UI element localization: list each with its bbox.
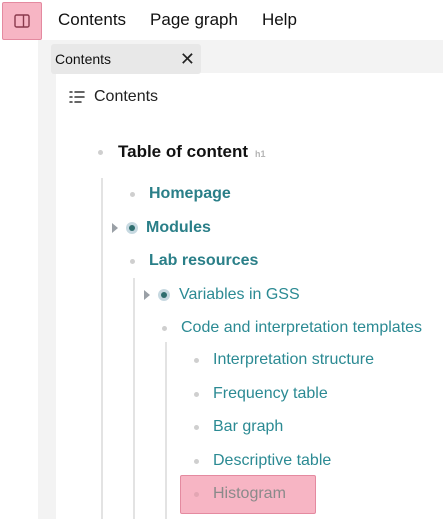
collapsed-node-icon: [126, 222, 138, 234]
toc-item-histogram[interactable]: Histogram: [194, 482, 286, 506]
toc-item-label[interactable]: Modules: [146, 219, 211, 237]
tree-guide-level-1: [101, 178, 103, 519]
bullet-icon: [162, 325, 167, 331]
sidebar-panel-icon: [14, 14, 30, 28]
toc-item-label[interactable]: Homepage: [149, 185, 231, 203]
tree-guide-level-3: [165, 342, 167, 519]
toc-item-label[interactable]: Bar graph: [213, 418, 283, 436]
toc-item-modules[interactable]: Modules: [112, 216, 211, 240]
toc-item-interpretation-structure[interactable]: Interpretation structure: [194, 348, 374, 372]
toc-item-descriptive-table[interactable]: Descriptive table: [194, 449, 331, 473]
tab-contents[interactable]: Contents ✕: [51, 44, 201, 74]
bullet-icon: [194, 391, 199, 397]
toc-item-bar-graph[interactable]: Bar graph: [194, 415, 283, 439]
bullet-icon: [194, 458, 199, 464]
toc-item-label[interactable]: Histogram: [213, 485, 286, 503]
toc-list-icon: [69, 91, 85, 103]
menu-contents[interactable]: Contents: [46, 0, 138, 40]
toc-item-homepage[interactable]: Homepage: [130, 182, 231, 206]
toc-item-code-and-interpretation-templates[interactable]: Code and interpretation templates: [162, 316, 422, 340]
panel-title: Contents: [94, 88, 159, 105]
bullet-icon: [130, 258, 135, 264]
heading-level-badge: h1: [255, 149, 266, 159]
toc-item-label[interactable]: Interpretation structure: [213, 351, 374, 369]
bullet-icon: [130, 191, 135, 197]
collapsed-node-icon: [158, 289, 170, 301]
bullet-icon: [194, 424, 199, 430]
sidebar-toggle-button[interactable]: [2, 2, 42, 40]
menu-page-graph[interactable]: Page graph: [138, 0, 250, 40]
tree-guide-level-2: [133, 278, 135, 519]
tab-label: Contents: [55, 51, 112, 67]
menu-bar: Contents Page graph Help: [38, 0, 443, 40]
toc-item-lab-resources[interactable]: Lab resources: [130, 249, 258, 273]
expand-caret-icon[interactable]: [144, 290, 150, 300]
panel-header: Contents: [68, 84, 158, 110]
toc-item-label[interactable]: Lab resources: [149, 252, 258, 270]
bullet-icon: [194, 357, 199, 363]
bullet-icon: [194, 491, 199, 497]
toc-item-label[interactable]: Variables in GSS: [179, 286, 300, 304]
toc-item-label[interactable]: Frequency table: [213, 385, 328, 403]
toc-item-label[interactable]: Descriptive table: [213, 452, 331, 470]
toc-title[interactable]: Table of content: [118, 142, 248, 162]
left-gutter: [0, 0, 38, 519]
close-icon[interactable]: ✕: [180, 50, 195, 68]
toc-item-variables-in-gss[interactable]: Variables in GSS: [144, 283, 300, 307]
bullet-icon: [98, 149, 103, 155]
menu-help[interactable]: Help: [250, 0, 309, 40]
toc-item-label[interactable]: Code and interpretation templates: [181, 319, 422, 337]
toc-title-row: Table of content h1: [98, 140, 266, 164]
toc-item-frequency-table[interactable]: Frequency table: [194, 382, 328, 406]
expand-caret-icon[interactable]: [112, 223, 118, 233]
